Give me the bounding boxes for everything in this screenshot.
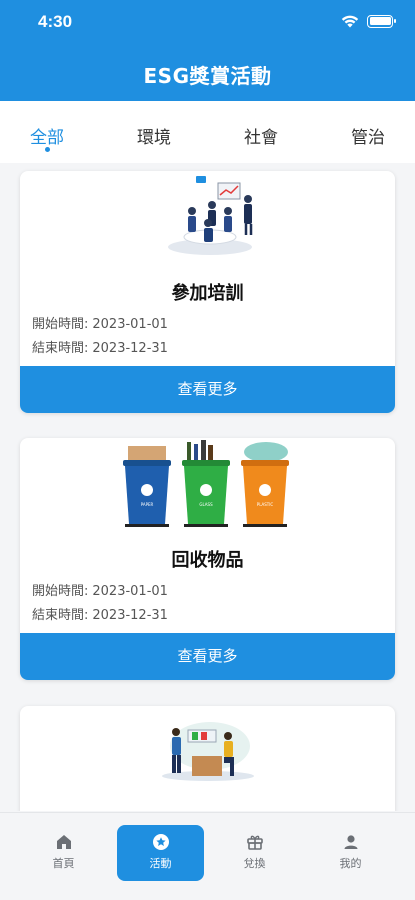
- end-time: 結束時間: 2023-12-31: [32, 604, 168, 623]
- plastic-bin-label: PLASTIC: [257, 502, 274, 507]
- start-time: 開始時間: 2023-01-01: [32, 580, 168, 599]
- start-time-value: 2023-01-01: [92, 317, 168, 332]
- activity-card: 參加培訓 開始時間: 2023-01-01 結束時間: 2023-12-31 查看更…: [20, 171, 395, 413]
- category-tabs: 全部 環境 社會 管治: [0, 101, 415, 163]
- nav-profile-label: 我的: [339, 857, 362, 870]
- end-time-label: 結束時間:: [32, 608, 89, 623]
- nav-activities-label: 活動: [149, 857, 172, 870]
- tab-governance[interactable]: 管治: [351, 123, 385, 148]
- start-time-label: 開始時間:: [32, 317, 89, 332]
- tab-all[interactable]: 全部: [30, 123, 64, 148]
- start-time-value: 2023-01-01: [92, 584, 168, 599]
- nav-redeem-label: 兌換: [243, 857, 266, 870]
- nav-activities[interactable]: 活動: [117, 825, 204, 881]
- paper-bin-label: PAPER: [141, 502, 154, 507]
- view-more-button[interactable]: 查看更多: [20, 633, 395, 680]
- tab-social[interactable]: 社會: [244, 123, 278, 148]
- gift-icon: [246, 835, 263, 850]
- activity-title: 回收物品: [171, 550, 244, 571]
- donation-volunteers-illustration: [162, 722, 254, 781]
- home-icon: [56, 835, 71, 849]
- page-title: ESG獎賞活動: [143, 64, 272, 88]
- glass-bin-label: GLASS: [199, 502, 213, 507]
- wifi-icon: [341, 15, 359, 28]
- nav-home-label: 首頁: [52, 857, 75, 870]
- end-time-value: 2023-12-31: [92, 608, 168, 623]
- status-time: 4:30: [38, 12, 73, 31]
- bottom-navigation: 首頁 活動 兌換 我的: [0, 812, 415, 900]
- end-time-label: 結束時間:: [32, 341, 89, 356]
- nav-redeem[interactable]: 兌換: [211, 825, 298, 881]
- activity-card: PAPER GLASS PLASTIC 回收物品 開始時間: 2023-01-01: [20, 438, 395, 680]
- active-tab-indicator: [45, 147, 50, 152]
- status-icons: [341, 14, 396, 28]
- start-time: 開始時間: 2023-01-01: [32, 313, 168, 332]
- nav-home[interactable]: 首頁: [20, 825, 107, 881]
- activity-card: [20, 706, 395, 811]
- star-badge-icon: [152, 834, 169, 850]
- training-meeting-illustration: [168, 176, 253, 255]
- end-time: 結束時間: 2023-12-31: [32, 337, 168, 356]
- status-bar: 4:30: [0, 0, 415, 44]
- activity-title: 參加培訓: [171, 283, 244, 304]
- battery-icon: [367, 14, 396, 28]
- nav-profile[interactable]: 我的: [307, 825, 394, 881]
- start-time-label: 開始時間:: [32, 584, 89, 599]
- app-header: 4:30 ESG獎賞活動: [0, 0, 415, 101]
- tab-environment[interactable]: 環境: [137, 123, 171, 148]
- activity-list[interactable]: 參加培訓 開始時間: 2023-01-01 結束時間: 2023-12-31 查看更…: [0, 163, 415, 811]
- view-more-button[interactable]: 查看更多: [20, 366, 395, 413]
- person-icon: [344, 835, 357, 849]
- recycling-bins-illustration: PAPER GLASS PLASTIC: [123, 440, 289, 527]
- end-time-value: 2023-12-31: [92, 341, 168, 356]
